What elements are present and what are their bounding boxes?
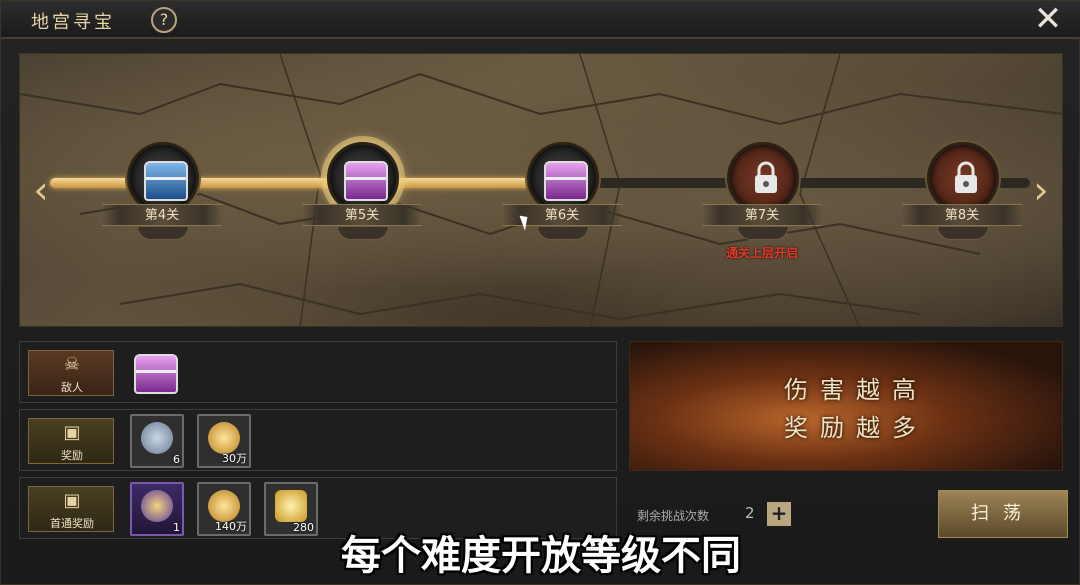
stage-map: ‹ › 第4关 第5关 第6关 第7关 通关上层开启 第8关 <box>19 53 1063 327</box>
reward-row: ▣ 奖励 6 30万 <box>19 409 617 471</box>
remaining-challenges-label: 剩余挑战次数 <box>637 509 710 523</box>
stage-base <box>337 226 389 240</box>
item-count: 30万 <box>222 452 247 465</box>
video-subtitle: 每个难度开放等级不同 <box>341 533 741 579</box>
stage-4[interactable]: 第4关 <box>92 142 232 312</box>
reward-item-money-bag[interactable]: 6 <box>130 414 184 468</box>
enemy-label: 敌人 <box>61 381 83 394</box>
first-reward-item-gold-coins[interactable]: 140万 <box>197 482 251 536</box>
purple-chest-icon <box>544 161 588 201</box>
reward-item-gold-coins[interactable]: 30万 <box>197 414 251 468</box>
chest-outline-icon: ▣ <box>63 422 81 443</box>
stage-base <box>737 226 789 240</box>
next-arrow-icon[interactable]: › <box>1030 171 1052 212</box>
reward-label-box: ▣ 奖励 <box>28 418 114 464</box>
window-title: 地宫寻宝 <box>31 12 115 33</box>
lock-icon <box>955 161 977 193</box>
stage-label: 第4关 <box>102 204 222 226</box>
stage-base <box>537 226 589 240</box>
enemy-icon: ☠ <box>63 354 81 375</box>
title-bar: 地宫寻宝 ? ✕ <box>1 1 1080 39</box>
first-reward-label-box: ▣ 首通奖励 <box>28 486 114 532</box>
first-reward-label: 首通奖励 <box>50 517 94 530</box>
stage-label: 第7关 <box>702 204 822 226</box>
purple-chest-icon <box>344 161 388 201</box>
remaining-challenges-count: 2 <box>745 504 755 522</box>
stage-base <box>137 226 189 240</box>
purple-chest-icon <box>134 354 178 394</box>
stage-label: 第5关 <box>302 204 422 226</box>
sweep-button[interactable]: 扫荡 <box>938 490 1068 538</box>
purple-item-icon <box>141 490 173 522</box>
help-button[interactable]: ? <box>151 7 177 33</box>
enemy-chest-item[interactable] <box>130 346 184 400</box>
banner-line-1: 伤害越高 <box>784 376 928 404</box>
lock-icon <box>755 161 777 193</box>
stage-6[interactable]: 第6关 <box>492 142 632 312</box>
promo-banner: 伤害越高 奖励越多 <box>629 341 1063 471</box>
first-reward-item-purple[interactable]: 1 <box>130 482 184 536</box>
prev-arrow-icon[interactable]: ‹ <box>30 171 52 212</box>
treasure-hunt-window: 地宫寻宝 ? ✕ ‹ › 第4关 第5关 第6关 第7关 通关上层开启 第8关 … <box>0 0 1080 585</box>
stage-8[interactable]: 第8关 <box>892 142 1032 312</box>
stage-label: 第8关 <box>902 204 1022 226</box>
unlock-hint: 通关上层开启 <box>725 246 798 260</box>
close-button[interactable]: ✕ <box>1031 2 1065 37</box>
item-count: 6 <box>173 453 180 466</box>
stage-5[interactable]: 第5关 <box>292 142 432 312</box>
money-bag-icon <box>141 422 173 454</box>
chest-outline-icon: ▣ <box>63 490 81 511</box>
item-count: 140万 <box>215 520 247 533</box>
gold-ingot-icon <box>275 490 307 522</box>
enemy-label-box: ☠ 敌人 <box>28 350 114 396</box>
reward-label: 奖励 <box>61 449 83 462</box>
stage-7[interactable]: 第7关 通关上层开启 <box>692 142 832 312</box>
enemy-row: ☠ 敌人 <box>19 341 617 403</box>
item-count: 1 <box>173 521 180 534</box>
stage-base <box>937 226 989 240</box>
blue-chest-icon <box>144 161 188 201</box>
banner-line-2: 奖励越多 <box>784 414 928 442</box>
